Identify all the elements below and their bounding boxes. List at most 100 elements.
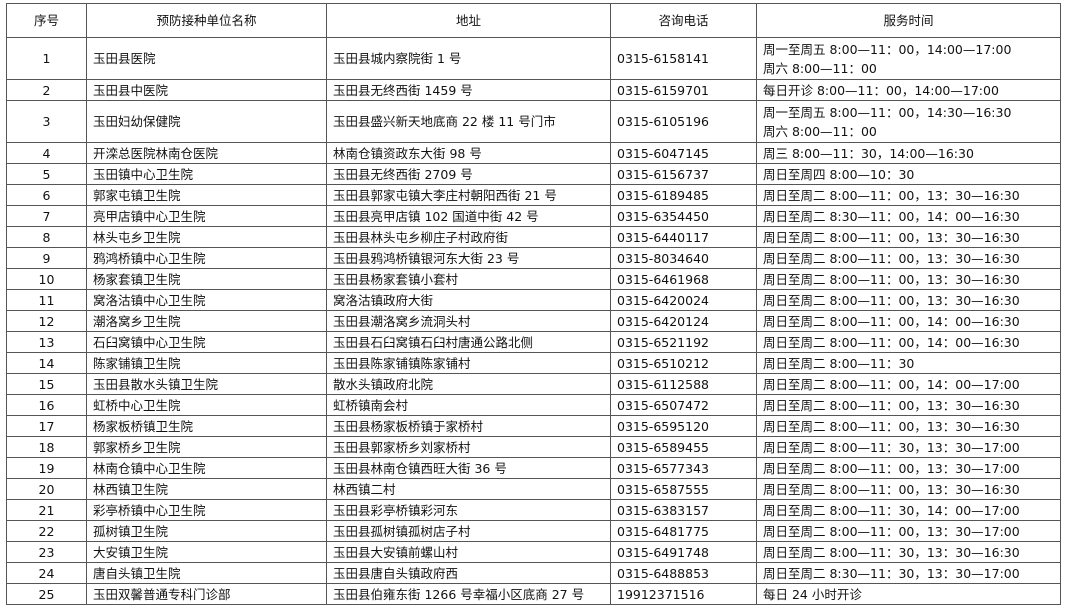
service-hours-line: 周一至周五 8:00—11：00，14:30—16:30 bbox=[763, 104, 1012, 120]
cell-unit-name: 虹桥中心卫生院 bbox=[86, 394, 327, 416]
table-header-row: 序号 预防接种单位名称 地址 咨询电话 服务时间 bbox=[6, 3, 1061, 38]
cell-address: 玉田县亮甲店镇 102 国道中街 42 号 bbox=[326, 205, 611, 227]
cell-no: 25 bbox=[6, 583, 87, 605]
table-row: 9 鸦鸿桥镇中心卫生院 玉田县鸦鸿桥镇银河东大街 23 号 0315-8034640 周… bbox=[6, 247, 1061, 269]
service-hours-line: 周日至周二 8:00—11：30 bbox=[763, 355, 915, 371]
service-hours-line: 周日至周二 8:00—11：00，13：30—16:30 bbox=[763, 397, 1020, 413]
table-row: 19 林南仓镇中心卫生院 玉田县林南仓镇西旺大街 36 号 0315-6577343 周… bbox=[6, 457, 1061, 479]
cell-no: 24 bbox=[6, 562, 87, 584]
cell-unit-name: 林南仓镇中心卫生院 bbox=[86, 457, 327, 479]
cell-address: 窝洛沽镇政府大街 bbox=[326, 289, 611, 311]
table-row: 7 亮甲店镇中心卫生院 玉田县亮甲店镇 102 国道中街 42 号 0315-6354… bbox=[6, 205, 1061, 227]
cell-service-hours: 周日至周二 8:00—11：00，13：30—16:30 bbox=[756, 226, 1061, 248]
cell-unit-name: 开滦总医院林南仓医院 bbox=[86, 142, 327, 164]
vaccination-units-table: 序号 预防接种单位名称 地址 咨询电话 服务时间 1 玉田县医院 玉田县城内察院街 … bbox=[6, 3, 1061, 605]
table-row: 15 玉田县散水头镇卫生院 散水头镇政府北院 0315-6112588 周日至周二 8:… bbox=[6, 373, 1061, 395]
cell-no: 16 bbox=[6, 394, 87, 416]
cell-phone: 0315-6589455 bbox=[610, 436, 757, 458]
table-row: 20 林西镇卫生院 林西镇二村 0315-6587555 周日至周二 8:00—11：0… bbox=[6, 478, 1061, 500]
cell-phone: 0315-6521192 bbox=[610, 331, 757, 353]
header-phone: 咨询电话 bbox=[610, 3, 757, 38]
cell-address: 玉田县鸦鸿桥镇银河东大街 23 号 bbox=[326, 247, 611, 269]
cell-service-hours: 周一至周五 8:00—11：00，14:30—16:30 周六 8:00—11：0… bbox=[756, 100, 1061, 143]
service-hours-line: 周日至周二 8:00—11：00，13：30—16:30 bbox=[763, 418, 1020, 434]
service-hours-line: 周日至周二 8:00—11：00，13：30—16:30 bbox=[763, 481, 1020, 497]
cell-address: 玉田县陈家铺镇陈家铺村 bbox=[326, 352, 611, 374]
cell-no: 9 bbox=[6, 247, 87, 269]
service-hours-line: 每日开诊 8:00—11：00，14:00—17:00 bbox=[763, 82, 999, 98]
cell-service-hours: 周日至周二 8:00—11：30，13：30—16:30 bbox=[756, 541, 1061, 563]
service-hours-line: 周日至周二 8:00—11：00，14：00—17:00 bbox=[763, 376, 1020, 392]
cell-address: 玉田县潮洛窝乡流洞头村 bbox=[326, 310, 611, 332]
header-no: 序号 bbox=[6, 3, 87, 38]
table-row: 23 大安镇卫生院 玉田县大安镇前螺山村 0315-6491748 周日至周二 8:00… bbox=[6, 541, 1061, 563]
cell-no: 11 bbox=[6, 289, 87, 311]
service-hours-line: 周日至周二 8:00—11：00，13：30—16:30 bbox=[763, 292, 1020, 308]
service-hours-line: 周日至周二 8:00—11：00，14：00—16:30 bbox=[763, 313, 1020, 329]
cell-service-hours: 周日至周二 8:00—11：00，13：30—16:30 bbox=[756, 184, 1061, 206]
service-hours-line: 周日至周二 8:00—11：30，13：30—16:30 bbox=[763, 544, 1020, 560]
cell-no: 20 bbox=[6, 478, 87, 500]
cell-phone: 0315-6440117 bbox=[610, 226, 757, 248]
cell-service-hours: 周日至周二 8:00—11：00，13：30—16:30 bbox=[756, 247, 1061, 269]
cell-service-hours: 周日至周二 8:30—11：00，14：00—16:30 bbox=[756, 205, 1061, 227]
cell-phone: 19912371516 bbox=[610, 583, 757, 605]
cell-service-hours: 周日至周二 8:00—11：00，13：30—16:30 bbox=[756, 478, 1061, 500]
service-hours-line: 周日至周二 8:00—11：30，13：30—17:00 bbox=[763, 439, 1020, 455]
table-row: 4 开滦总医院林南仓医院 林南仓镇资政东大街 98 号 0315-6047145 周三 … bbox=[6, 142, 1061, 164]
cell-unit-name: 大安镇卫生院 bbox=[86, 541, 327, 563]
service-hours-line: 周三 8:00—11：30，14:00—16:30 bbox=[763, 145, 974, 161]
cell-address: 玉田县唐自头镇政府西 bbox=[326, 562, 611, 584]
cell-no: 7 bbox=[6, 205, 87, 227]
cell-unit-name: 玉田县散水头镇卫生院 bbox=[86, 373, 327, 395]
cell-no: 23 bbox=[6, 541, 87, 563]
cell-unit-name: 玉田县中医院 bbox=[86, 79, 327, 101]
table-row: 14 陈家铺镇卫生院 玉田县陈家铺镇陈家铺村 0315-6510212 周日至周二 8:… bbox=[6, 352, 1061, 374]
cell-phone: 0315-6488853 bbox=[610, 562, 757, 584]
cell-no: 4 bbox=[6, 142, 87, 164]
table-row: 2 玉田县中医院 玉田县无终西街 1459 号 0315-6159701 每日开诊 8:… bbox=[6, 79, 1061, 101]
cell-address: 玉田县彩亭桥镇彩河东 bbox=[326, 499, 611, 521]
service-hours-line: 周日至周二 8:00—11：30，14：00—17:00 bbox=[763, 502, 1020, 518]
cell-service-hours: 周日至周二 8:00—11：00，13：30—17:00 bbox=[756, 457, 1061, 479]
cell-no: 8 bbox=[6, 226, 87, 248]
cell-service-hours: 周日至周二 8:00—11：00，14：00—16:30 bbox=[756, 331, 1061, 353]
cell-service-hours: 周日至周二 8:00—11：30，13：30—17:00 bbox=[756, 436, 1061, 458]
cell-phone: 0315-6491748 bbox=[610, 541, 757, 563]
service-hours-line: 周日至周二 8:00—11：00，13：30—17:00 bbox=[763, 523, 1020, 539]
header-unit-name: 预防接种单位名称 bbox=[86, 3, 327, 38]
service-hours-line: 周日至周二 8:30—11：30，13：30—17:00 bbox=[763, 565, 1020, 581]
service-hours-line: 周日至周二 8:00—11：00，13：30—16:30 bbox=[763, 250, 1020, 266]
cell-phone: 0315-6481775 bbox=[610, 520, 757, 542]
cell-service-hours: 周日至周二 8:00—11：30，14：00—17:00 bbox=[756, 499, 1061, 521]
cell-no: 14 bbox=[6, 352, 87, 374]
cell-service-hours: 周日至周二 8:00—11：00，13：30—16:30 bbox=[756, 289, 1061, 311]
cell-unit-name: 潮洛窝乡卫生院 bbox=[86, 310, 327, 332]
cell-service-hours: 周日至周二 8:00—11：00，14：00—17:00 bbox=[756, 373, 1061, 395]
service-hours-line: 周日至周二 8:00—11：00，13：30—17:00 bbox=[763, 460, 1020, 476]
service-hours-line: 周日至周二 8:00—11：00，13：30—16:30 bbox=[763, 187, 1020, 203]
table-row: 17 杨家板桥镇卫生院 玉田县杨家板桥镇于家桥村 0315-6595120 周日至周二 … bbox=[6, 415, 1061, 437]
cell-phone: 0315-6420024 bbox=[610, 289, 757, 311]
cell-service-hours: 每日 24 小时开诊 bbox=[756, 583, 1061, 605]
table-row: 1 玉田县医院 玉田县城内察院街 1 号 0315-6158141 周一至周五 8:00… bbox=[6, 37, 1061, 80]
cell-address: 玉田县大安镇前螺山村 bbox=[326, 541, 611, 563]
service-hours-line: 周日至周二 8:00—11：00，14：00—16:30 bbox=[763, 334, 1020, 350]
service-hours-line: 周日至周四 8:00—10：30 bbox=[763, 166, 915, 182]
cell-phone: 0315-6420124 bbox=[610, 310, 757, 332]
cell-address: 玉田县盛兴新天地底商 22 楼 11 号门市 bbox=[326, 100, 611, 143]
table-row: 6 郭家屯镇卫生院 玉田县郭家屯镇大李庄村朝阳西街 21 号 0315-6189485… bbox=[6, 184, 1061, 206]
cell-address: 玉田县杨家板桥镇于家桥村 bbox=[326, 415, 611, 437]
cell-no: 22 bbox=[6, 520, 87, 542]
cell-service-hours: 周日至周二 8:00—11：00，13：30—16:30 bbox=[756, 394, 1061, 416]
table-row: 16 虹桥中心卫生院 虹桥镇南会村 0315-6507472 周日至周二 8:00—11… bbox=[6, 394, 1061, 416]
cell-no: 17 bbox=[6, 415, 87, 437]
cell-service-hours: 周日至周二 8:30—11：30，13：30—17:00 bbox=[756, 562, 1061, 584]
cell-no: 3 bbox=[6, 100, 87, 143]
cell-address: 林西镇二村 bbox=[326, 478, 611, 500]
cell-no: 21 bbox=[6, 499, 87, 521]
service-hours-line: 周一至周五 8:00—11：00，14:00—17:00 bbox=[763, 41, 1012, 57]
cell-phone: 0315-6047145 bbox=[610, 142, 757, 164]
cell-service-hours: 周日至周二 8:00—11：00，14：00—16:30 bbox=[756, 310, 1061, 332]
cell-phone: 0315-6189485 bbox=[610, 184, 757, 206]
